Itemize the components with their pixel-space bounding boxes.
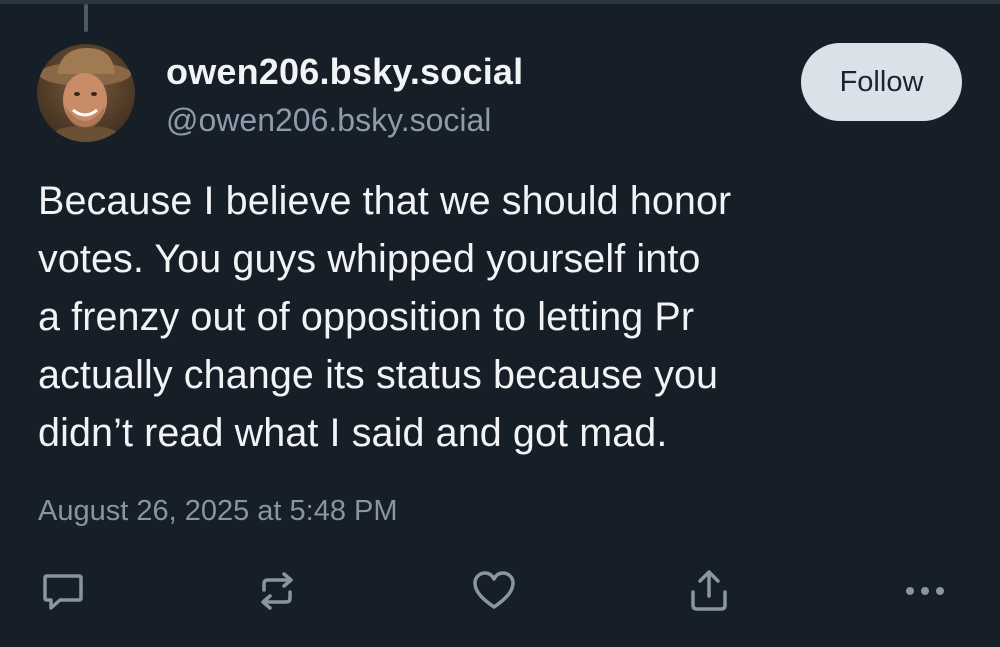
share-button[interactable] [684, 566, 734, 616]
post-text-line: a frenzy out of opposition to letting Pr [38, 295, 695, 339]
top-divider [0, 0, 1000, 4]
heart-icon [473, 571, 515, 609]
post-body: Because I believe that we should honor v… [38, 172, 938, 462]
avatar-image [37, 44, 135, 142]
thread-connector-line [84, 4, 88, 32]
avatar[interactable] [37, 44, 135, 142]
post-text-line: votes. You guys whipped yourself into [38, 237, 701, 281]
repost-icon [261, 572, 293, 610]
follow-button[interactable]: Follow [801, 43, 962, 121]
author-handle[interactable]: @owen206.bsky.social [166, 99, 491, 141]
more-options-button[interactable] [900, 566, 950, 616]
repost-button[interactable] [252, 566, 302, 616]
author-display-name[interactable]: owen206.bsky.social [166, 50, 523, 94]
share-icon [691, 570, 727, 611]
post-view: owen206.bsky.social @owen206.bsky.social… [0, 0, 1000, 647]
post-text-line: actually change its status because you [38, 353, 719, 397]
post-timestamp: August 26, 2025 at 5:48 PM [38, 495, 398, 527]
reply-button[interactable] [38, 566, 88, 616]
like-button[interactable] [469, 566, 519, 616]
post-text-line: Because I believe that we should honor [38, 179, 732, 223]
post-text-line: didn’t read what I said and got mad. [38, 411, 668, 455]
more-icon [906, 587, 944, 595]
reply-icon [43, 574, 83, 610]
